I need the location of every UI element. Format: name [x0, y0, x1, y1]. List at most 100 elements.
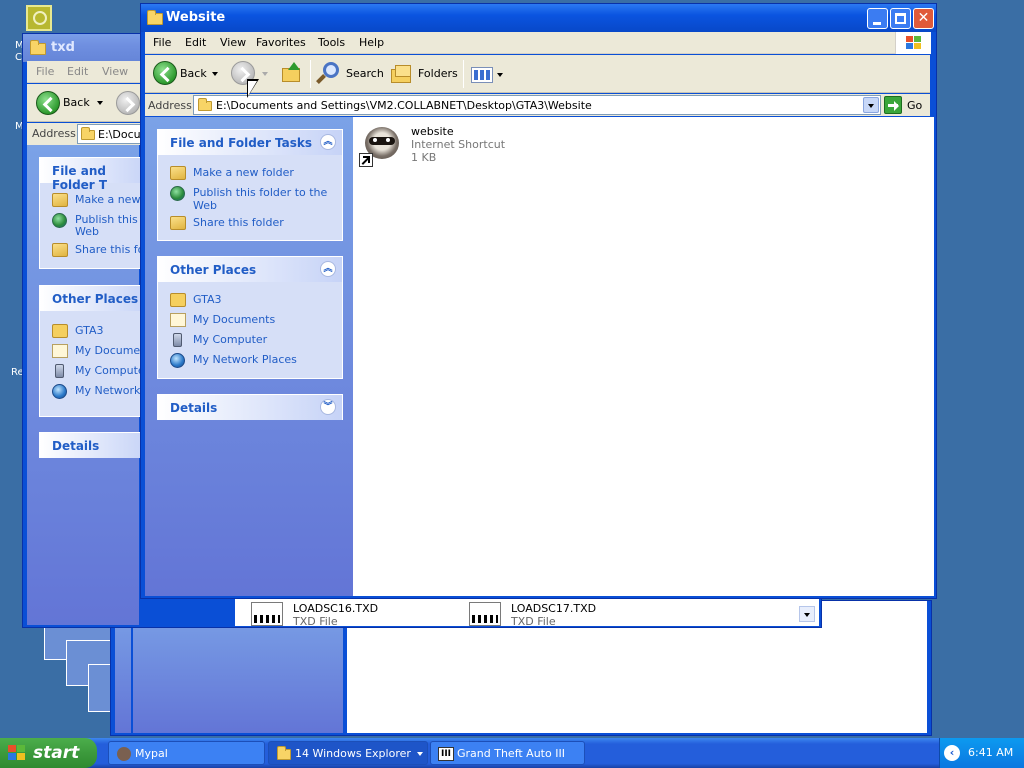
folder-icon [81, 127, 95, 140]
txd-tasks-title[interactable]: File and Folder T [52, 164, 148, 192]
share-folder-icon [52, 243, 68, 257]
expand-down-icon[interactable]: ︾ [320, 399, 336, 415]
folder-icon [30, 40, 46, 55]
tasks-panel-title[interactable]: File and Folder Tasks [170, 136, 312, 150]
close-button[interactable]: ✕ [913, 8, 934, 29]
txd-back-label[interactable]: Back [63, 96, 90, 109]
details-panel: Details ︾ [157, 394, 343, 420]
file-name: website [411, 125, 454, 138]
network-icon [52, 384, 67, 399]
desktop-shortcut-icon[interactable] [26, 5, 52, 31]
menu-help[interactable]: Help [359, 36, 384, 49]
file-type: Internet Shortcut [411, 138, 506, 151]
search-button-label[interactable]: Search [346, 67, 384, 80]
up-folder-icon[interactable] [282, 62, 302, 84]
txd-file-icon [469, 602, 501, 626]
txd-address-input[interactable]: E:\Docum [77, 124, 151, 144]
minimize-icon [873, 22, 881, 25]
txd-menu-edit[interactable]: Edit [67, 65, 88, 78]
menu-edit[interactable]: Edit [185, 36, 206, 49]
txd-file-icon [251, 602, 283, 626]
txd-title: txd [51, 40, 75, 55]
places-panel-title[interactable]: Other Places [170, 263, 256, 277]
folder-icon [277, 746, 291, 760]
file-list-area[interactable]: website Internet Shortcut 1 KB [353, 117, 934, 596]
toolbar-separator [310, 60, 311, 88]
minimize-button[interactable] [867, 8, 888, 29]
txd-back-arrow-icon[interactable] [36, 91, 60, 115]
back-arrow-icon[interactable] [153, 61, 177, 85]
txd-tasks-panel: File and Folder T Make a new f Publish t… [39, 157, 152, 269]
chevron-down-icon [804, 613, 810, 617]
clock[interactable]: 6:41 AM [968, 746, 1013, 759]
website-address-bar: Address E:\Documents and Settings\VM2.CO… [145, 94, 930, 116]
raccoon-app-icon [117, 747, 131, 761]
taskbar-button-mypal[interactable]: Mypal [108, 741, 265, 765]
file-folder-tasks-panel: File and Folder Tasks ︽ Make a new folde… [157, 129, 343, 241]
folders-icon[interactable] [391, 65, 413, 83]
scroll-down-button[interactable] [799, 606, 815, 622]
tray-expand-chevron-icon[interactable]: ‹ [944, 745, 960, 761]
file-size: 1 KB [411, 151, 437, 164]
folder-icon [170, 293, 186, 307]
desktop-label-2: C [15, 52, 22, 63]
collapse-up-icon[interactable]: ︽ [320, 134, 336, 150]
details-panel-title[interactable]: Details [170, 401, 217, 415]
menu-file[interactable]: File [153, 36, 171, 49]
txd-file-loadsc16[interactable]: LOADSC16.TXD TXD File [247, 602, 457, 628]
address-input[interactable]: E:\Documents and Settings\VM2.COLLABNET\… [193, 95, 881, 115]
collapse-up-icon[interactable]: ︽ [320, 261, 336, 277]
txd-details-title[interactable]: Details [52, 439, 99, 453]
chevron-down-icon[interactable] [97, 101, 103, 105]
computer-icon [173, 333, 182, 347]
address-dropdown-button[interactable] [863, 97, 879, 113]
toolbar-separator [463, 60, 464, 88]
raccoon-shortcut-icon [357, 123, 405, 171]
txd-forward-arrow-icon[interactable] [116, 91, 140, 115]
txd-places-title[interactable]: Other Places [52, 292, 138, 306]
folders-button-label[interactable]: Folders [418, 67, 458, 80]
txd-menu-file[interactable]: File [36, 65, 54, 78]
go-button-label[interactable]: Go [907, 99, 922, 112]
menu-tools[interactable]: Tools [318, 36, 345, 49]
folder-icon [198, 98, 212, 111]
taskbar-button-gta3[interactable]: III Grand Theft Auto III [430, 741, 585, 765]
txd-file-loadsc17[interactable]: LOADSC17.TXD TXD File [465, 602, 675, 628]
close-icon: ✕ [917, 10, 930, 26]
views-grid-icon[interactable] [471, 67, 493, 83]
txd-details-panel: Details [39, 432, 149, 458]
back-button-label[interactable]: Back [180, 67, 207, 80]
back-dropdown-chevron-down-icon[interactable] [212, 72, 218, 76]
new-folder-icon [52, 193, 68, 207]
views-dropdown-chevron-down-icon[interactable] [497, 73, 503, 77]
forward-dropdown-chevron-down-icon[interactable] [262, 72, 268, 76]
txd-sidebar: File and Folder T Make a new f Publish t… [27, 145, 152, 625]
new-folder-icon [170, 166, 186, 180]
system-tray: ‹ 6:41 AM [939, 738, 1024, 768]
website-window[interactable]: Website ✕ File Edit View Favorites Tools… [140, 3, 937, 599]
folder-icon [52, 324, 68, 338]
publish-globe-icon [170, 186, 185, 201]
address-label: Address [148, 99, 192, 112]
website-menubar: File Edit View Favorites Tools Help [145, 32, 931, 54]
go-arrow-icon[interactable] [884, 96, 902, 114]
menu-favorites[interactable]: Favorites [256, 36, 306, 49]
start-label: start [33, 743, 80, 763]
search-icon[interactable] [316, 62, 340, 86]
txd-menu-view[interactable]: View [102, 65, 128, 78]
taskbar-button-windows-explorer[interactable]: 14 Windows Explorer [268, 741, 428, 765]
folder-icon [147, 10, 163, 25]
computer-icon [55, 364, 64, 378]
txd-places-panel: Other Places GTA3 My Document My Compute… [39, 285, 151, 417]
maximize-button[interactable] [890, 8, 911, 29]
txd-file-strip: LOADSC16.TXD TXD File LOADSC17.TXD TXD F… [235, 598, 819, 628]
other-places-panel: Other Places ︽ GTA3 My Documents My Comp… [157, 256, 343, 379]
taskbar: start Mypal 14 Windows Explorer III Gran… [0, 738, 1024, 768]
documents-icon [52, 344, 68, 358]
menu-view[interactable]: View [220, 36, 246, 49]
website-toolbar: Back Search Folders [145, 55, 930, 93]
start-button[interactable]: start [0, 738, 97, 768]
file-item-website[interactable]: website Internet Shortcut 1 KB [357, 123, 607, 171]
website-titlebar[interactable]: Website ✕ [141, 4, 936, 32]
share-folder-icon [170, 216, 186, 230]
